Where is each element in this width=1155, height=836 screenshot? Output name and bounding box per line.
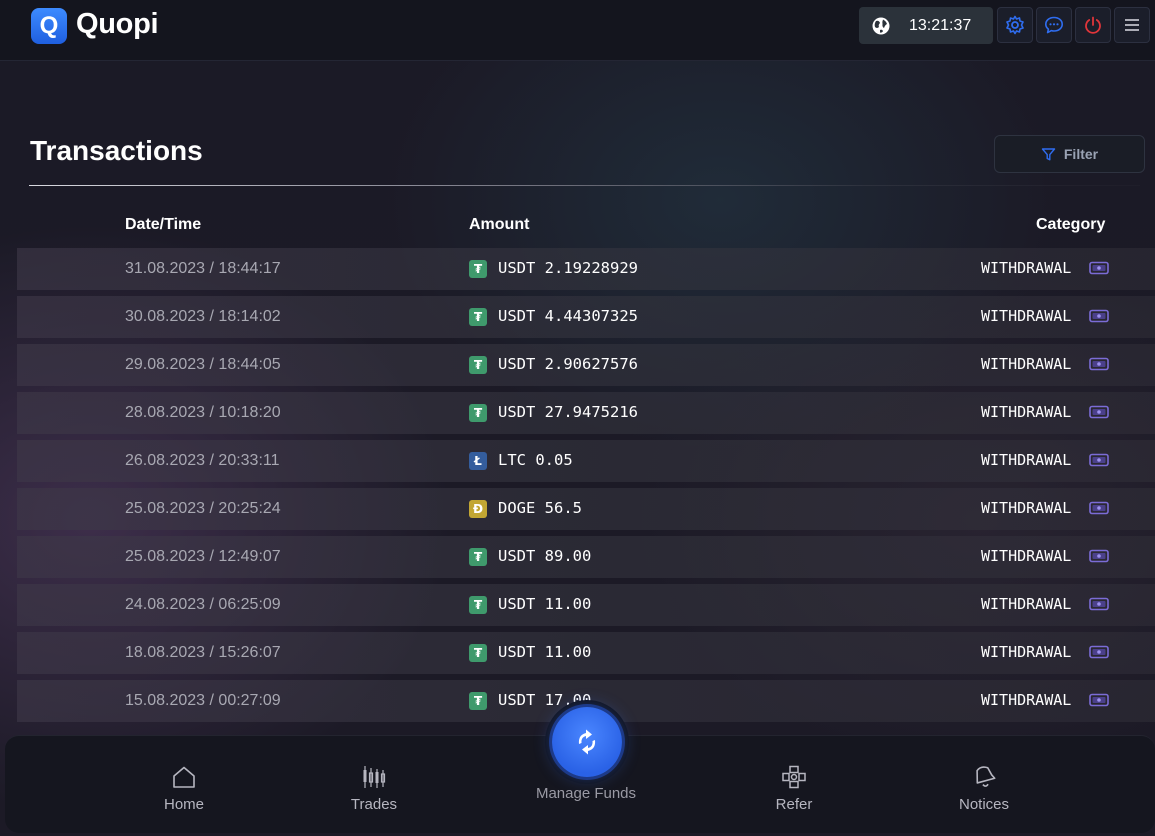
tether-icon: ₮ [469,404,487,422]
row-date: 29.08.2023 / 18:44:05 [125,356,281,373]
row-amount: USDT 2.90627576 [498,355,638,373]
chat-button[interactable] [1036,7,1072,43]
app-logo[interactable]: Q [31,8,67,44]
row-amount: DOGE 56.5 [498,499,582,517]
tether-icon: ₮ [469,644,487,662]
filter-label: Filter [1063,146,1099,162]
filter-button[interactable]: Filter [994,135,1145,173]
banknote-icon [1089,453,1109,467]
filter-icon [1041,147,1056,160]
nav-home[interactable]: Home [124,764,244,813]
tether-icon: ₮ [469,548,487,566]
page-title: Transactions [30,135,203,166]
banknote-icon [1089,501,1109,515]
row-date: 28.08.2023 / 10:18:20 [125,404,281,421]
gear-icon [1006,15,1024,35]
row-category: WITHDRAWAL [981,451,1072,469]
title-divider [29,185,1140,186]
exchange-arrows-icon [578,729,596,755]
row-date: 31.08.2023 / 18:44:17 [125,260,281,277]
nav-manage-funds-label[interactable]: Manage Funds [526,786,646,801]
logout-button[interactable] [1075,7,1111,43]
tether-icon: ₮ [469,692,487,710]
banknote-icon [1089,309,1109,323]
table-row[interactable]: 26.08.2023 / 20:33:11 Ł LTC 0.05 WITHDRA… [17,440,1155,482]
menu-button[interactable] [1114,7,1150,43]
litecoin-icon: Ł [469,452,487,470]
globe-icon [872,17,890,34]
nav-refer[interactable]: Refer [734,764,854,813]
tether-icon: ₮ [469,596,487,614]
row-date: 15.08.2023 / 00:27:09 [125,692,281,709]
bell-icon [976,766,996,787]
top-bar: Q Quopi 13:21:37 [0,0,1155,61]
row-amount: USDT 27.9475216 [498,403,638,421]
table-row[interactable]: 25.08.2023 / 20:25:24 Ð DOGE 56.5 WITHDR… [17,488,1155,530]
row-amount: USDT 4.44307325 [498,307,638,325]
row-amount: USDT 11.00 [498,643,592,661]
row-date: 26.08.2023 / 20:33:11 [125,452,280,469]
row-category: WITHDRAWAL [981,355,1072,373]
row-category: WITHDRAWAL [981,499,1072,517]
row-category: WITHDRAWAL [981,643,1072,661]
row-category: WITHDRAWAL [981,403,1072,421]
nav-notices[interactable]: Notices [924,764,1044,813]
table-row[interactable]: 25.08.2023 / 12:49:07 ₮ USDT 89.00 WITHD… [17,536,1155,578]
nav-notices-label: Notices [958,796,1010,813]
clock-widget[interactable]: 13:21:37 [859,7,993,44]
nav-refer-label: Refer [775,796,813,813]
table-row[interactable]: 24.08.2023 / 06:25:09 ₮ USDT 11.00 WITHD… [17,584,1155,626]
row-category: WITHDRAWAL [981,547,1072,565]
column-header-category: Category [1036,216,1106,233]
clock-time: 13:21:37 [909,17,972,34]
row-date: 30.08.2023 / 18:14:02 [125,308,281,325]
transactions-list: 31.08.2023 / 18:44:17 ₮ USDT 2.19228929 … [17,248,1155,728]
row-category: WITHDRAWAL [981,691,1072,709]
banknote-icon [1089,405,1109,419]
row-amount: USDT 89.00 [498,547,592,565]
column-header-date: Date/Time [125,216,202,233]
banknote-icon [1089,645,1109,659]
tether-icon: ₮ [469,356,487,374]
table-row[interactable]: 31.08.2023 / 18:44:17 ₮ USDT 2.19228929 … [17,248,1155,290]
banknote-icon [1089,549,1109,563]
dogecoin-icon: Ð [469,500,487,518]
row-date: 18.08.2023 / 15:26:07 [125,644,281,661]
power-icon [1085,16,1101,34]
row-category: WITHDRAWAL [981,307,1072,325]
nav-trades-label: Trades [350,796,398,813]
banknote-icon [1089,357,1109,371]
row-date: 25.08.2023 / 20:25:24 [125,500,281,517]
nav-home-label: Home [163,796,204,813]
table-row[interactable]: 18.08.2023 / 15:26:07 ₮ USDT 11.00 WITHD… [17,632,1155,674]
row-amount: USDT 11.00 [498,595,592,613]
banknote-icon [1089,261,1109,275]
row-amount: USDT 2.19228929 [498,259,638,277]
tether-icon: ₮ [469,260,487,278]
candlestick-chart-icon [363,766,386,788]
brand-name: Quopi [76,8,159,40]
table-row[interactable]: 29.08.2023 / 18:44:05 ₮ USDT 2.90627576 … [17,344,1155,386]
settings-button[interactable] [997,7,1033,43]
network-icon [782,765,806,789]
row-date: 24.08.2023 / 06:25:09 [125,596,281,613]
table-row[interactable]: 28.08.2023 / 10:18:20 ₮ USDT 27.9475216 … [17,392,1155,434]
row-category: WITHDRAWAL [981,595,1072,613]
row-category: WITHDRAWAL [981,259,1072,277]
row-date: 25.08.2023 / 12:49:07 [125,548,281,565]
row-amount: LTC 0.05 [498,451,573,469]
column-header-amount: Amount [469,216,530,233]
hamburger-icon [1125,19,1139,31]
nav-trades[interactable]: Trades [314,764,434,813]
manage-funds-button[interactable] [552,707,622,777]
banknote-icon [1089,597,1109,611]
table-row[interactable]: 30.08.2023 / 18:14:02 ₮ USDT 4.44307325 … [17,296,1155,338]
home-icon [173,766,195,788]
tether-icon: ₮ [469,308,487,326]
chat-bubble-icon [1045,16,1063,34]
banknote-icon [1089,693,1109,707]
